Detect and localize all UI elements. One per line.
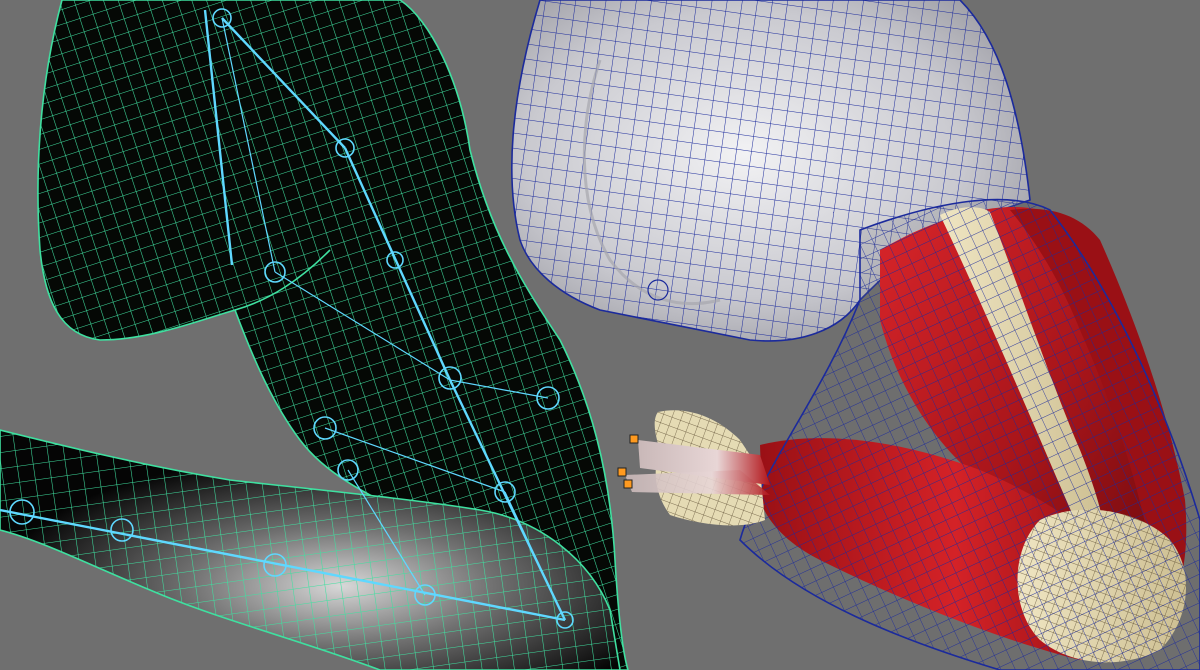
locator-handle-icon[interactable] (623, 479, 633, 489)
locator-handle-icon[interactable] (629, 434, 639, 444)
viewport-canvas[interactable] (0, 0, 1200, 670)
3d-viewport[interactable] (0, 0, 1200, 670)
locator-handle-icon[interactable] (617, 467, 627, 477)
